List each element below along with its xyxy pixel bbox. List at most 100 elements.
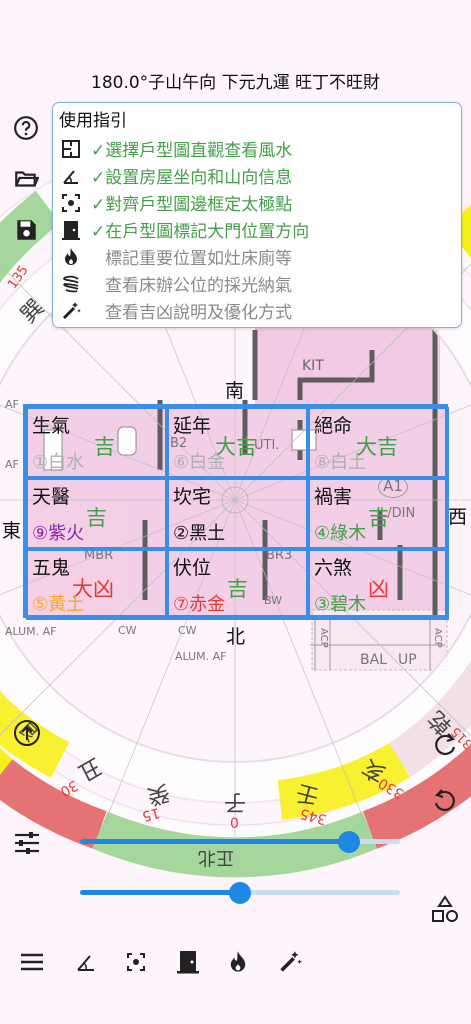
door-icon bbox=[177, 951, 199, 974]
floorplan-label: ACP bbox=[432, 628, 443, 648]
guide-item[interactable]: ✓對齊戶型圖邊框定太極點 bbox=[59, 189, 455, 216]
rotation-slider[interactable] bbox=[80, 882, 400, 904]
grid-cell-name: 禍害 bbox=[314, 486, 353, 508]
grid-cell-luck: 吉 bbox=[368, 506, 389, 530]
menu-icon bbox=[21, 953, 43, 971]
direction-south-label: 南 bbox=[225, 380, 245, 402]
grid-cell-name: 六煞 bbox=[314, 557, 353, 579]
tune-icon bbox=[15, 832, 39, 854]
app-root: KIT B2 UTI. A1 L/DIN MBR BR3 BW CW CW AF… bbox=[0, 0, 471, 1024]
shapes-icon bbox=[432, 895, 458, 922]
guide-item-label: ✓選擇戶型圖直觀查看風水 bbox=[91, 141, 293, 161]
opacity-slider[interactable] bbox=[80, 831, 400, 853]
grid-cell-yannian[interactable]: 延年 大吉 ⑥白金 bbox=[167, 407, 308, 478]
wind-icon bbox=[59, 272, 83, 296]
guide-item[interactable]: 標記重要位置如灶床廁等 bbox=[59, 243, 455, 270]
grid-cell-star: ⑤黃土 bbox=[32, 594, 85, 615]
rotate-right-icon bbox=[435, 733, 456, 756]
direction-east-label: 東 bbox=[2, 520, 22, 542]
guide-item-label: 查看吉凶說明及優化方式 bbox=[105, 303, 292, 323]
guide-item[interactable]: ✓設置房屋坐向和山向信息 bbox=[59, 162, 455, 189]
save-icon bbox=[17, 220, 36, 240]
grid-cell-star: ④綠木 bbox=[314, 523, 367, 544]
usage-guide-panel: 使用指引 ✓選擇戶型圖直觀查看風水 ✓設置房屋坐向和山向信息 ✓對齊戶型圖邊框定… bbox=[52, 102, 462, 328]
bottom-toolbar bbox=[0, 938, 471, 986]
fire-icon bbox=[59, 245, 83, 269]
rotation-slider-fill bbox=[80, 890, 240, 895]
compass-degree-label: 0 bbox=[230, 816, 239, 832]
angle-icon bbox=[77, 955, 94, 971]
magic-wand-button[interactable] bbox=[274, 946, 306, 978]
angle-tool-button[interactable] bbox=[70, 946, 102, 978]
grid-cell-star: ①白水 bbox=[32, 452, 85, 473]
grid-cell-liusha[interactable]: 六煞 凶 ③碧木 bbox=[308, 549, 449, 620]
guide-item-label: ✓在戶型圖標記大門位置方向 bbox=[91, 222, 310, 242]
floorplan-icon bbox=[59, 137, 83, 161]
fire-tool-button[interactable] bbox=[222, 946, 254, 978]
grid-cell-star: ⑨紫火 bbox=[32, 523, 85, 544]
magic-wand-icon bbox=[59, 299, 83, 323]
grid-cell-luck: 凶 bbox=[368, 577, 389, 601]
rotate-right-button[interactable] bbox=[430, 730, 460, 760]
door-tool-button[interactable] bbox=[172, 946, 204, 978]
grid-cell-wugui[interactable]: 五鬼 大凶 ⑤黃土 bbox=[26, 549, 167, 620]
opacity-slider-fill bbox=[80, 839, 349, 844]
grid-cell-kanzhai[interactable]: 坎宅 ②黑土 bbox=[167, 478, 308, 549]
rotate-left-button[interactable] bbox=[430, 786, 460, 816]
grid-cell-shengqi[interactable]: 生氣 吉 ①白水 bbox=[26, 407, 167, 478]
floorplan-label: AF bbox=[5, 398, 19, 411]
grid-cell-star: ⑧白土 bbox=[314, 452, 367, 473]
compass-small-label: 正北 bbox=[198, 847, 234, 868]
arrow-up-circle-icon bbox=[14, 720, 40, 746]
angle-icon bbox=[59, 164, 83, 188]
grid-cell-luck: 吉 bbox=[86, 506, 107, 530]
guide-item[interactable]: 查看床辦公位的採光納氣 bbox=[59, 270, 455, 297]
center-focus-icon bbox=[127, 953, 145, 971]
opacity-slider-thumb[interactable] bbox=[338, 831, 360, 853]
floorplan-label: CW bbox=[118, 624, 137, 637]
rotate-left-icon bbox=[434, 789, 455, 812]
grid-cell-name: 坎宅 bbox=[173, 486, 212, 508]
shapes-button[interactable] bbox=[430, 894, 460, 924]
grid-cell-jueming[interactable]: 絕命 大吉 ⑧白土 bbox=[308, 407, 449, 478]
guide-item[interactable]: ✓選擇戶型圖直觀查看風水 bbox=[59, 135, 455, 162]
grid-cell-luck: 吉 bbox=[94, 435, 115, 459]
help-icon bbox=[14, 116, 38, 140]
help-button[interactable] bbox=[10, 112, 42, 144]
floorplan-label: BAL bbox=[360, 652, 387, 668]
floorplan-label: UP bbox=[398, 652, 417, 668]
grid-cell-luck: 吉 bbox=[227, 577, 248, 601]
floorplan-label: ACP bbox=[318, 628, 329, 648]
grid-cell-name: 伏位 bbox=[173, 557, 212, 579]
guide-item-label: 標記重要位置如灶床廁等 bbox=[105, 249, 292, 269]
guide-item-label: ✓設置房屋坐向和山向信息 bbox=[91, 168, 293, 188]
direction-west-label: 西 bbox=[448, 506, 468, 528]
rotation-slider-thumb[interactable] bbox=[229, 882, 251, 904]
grid-cell-name: 延年 bbox=[173, 415, 212, 437]
menu-button[interactable] bbox=[16, 946, 48, 978]
adjust-settings-button[interactable] bbox=[12, 828, 42, 858]
open-folder-button[interactable] bbox=[10, 163, 42, 195]
grid-cell-name: 絕命 bbox=[314, 415, 353, 437]
nine-palace-grid[interactable]: 生氣 吉 ①白水 延年 大吉 ⑥白金 絕命 大吉 ⑧白土 天醫 吉 ⑨紫火 坎宅… bbox=[23, 404, 449, 620]
guide-item-label: 查看床辦公位的採光納氣 bbox=[105, 276, 292, 296]
center-focus-button[interactable] bbox=[120, 946, 152, 978]
door-icon bbox=[59, 218, 83, 242]
grid-cell-fuwei[interactable]: 伏位 吉 ⑦赤金 bbox=[167, 549, 308, 620]
grid-cell-name: 天醫 bbox=[32, 486, 71, 508]
grid-cell-tianyi[interactable]: 天醫 吉 ⑨紫火 bbox=[26, 478, 167, 549]
grid-cell-huohai[interactable]: 禍害 吉 ④綠木 bbox=[308, 478, 449, 549]
grid-cell-name: 生氣 bbox=[32, 415, 71, 437]
guide-item[interactable]: ✓在戶型圖標記大門位置方向 bbox=[59, 216, 455, 243]
folder-open-icon bbox=[15, 171, 39, 187]
floorplan-label: AF bbox=[5, 458, 19, 471]
grid-cell-star: ②黑土 bbox=[173, 523, 226, 544]
center-focus-icon bbox=[59, 191, 83, 215]
magic-wand-icon bbox=[280, 951, 302, 972]
guide-item[interactable]: 查看吉凶說明及優化方式 bbox=[59, 297, 455, 324]
north-arrow-button[interactable] bbox=[12, 718, 42, 748]
floorplan-label: CW bbox=[178, 624, 197, 637]
grid-cell-star: ⑥白金 bbox=[173, 452, 226, 473]
save-button[interactable] bbox=[10, 214, 42, 246]
floorplan-label: ALUM. AF bbox=[5, 625, 57, 638]
